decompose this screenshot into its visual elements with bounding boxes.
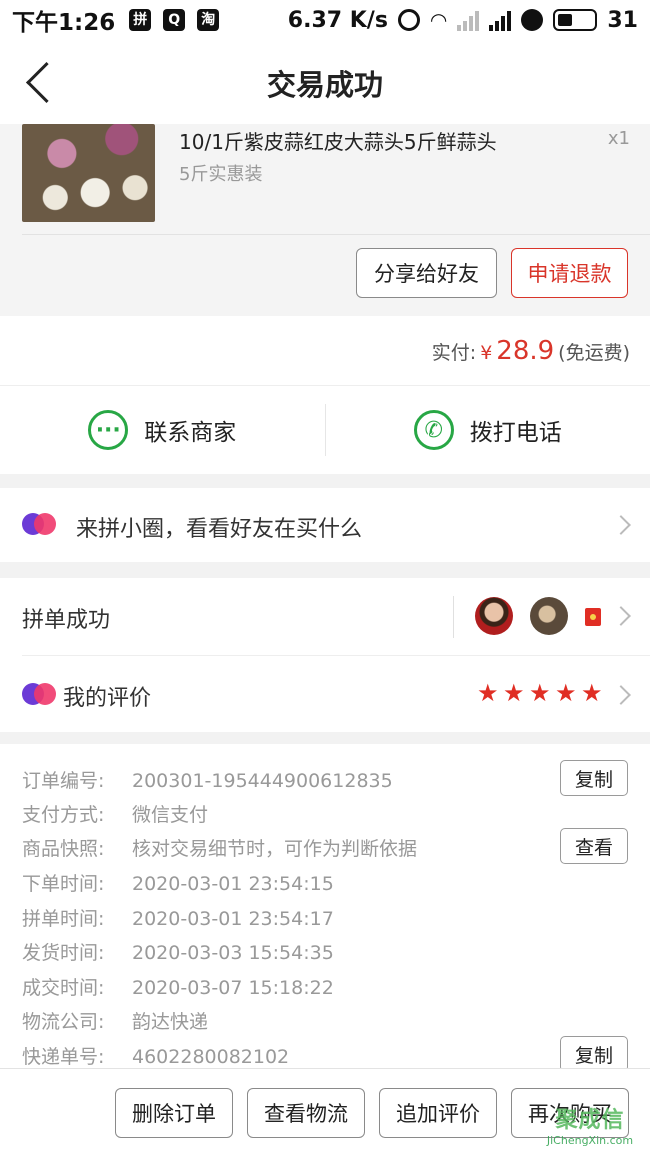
shipping-note: (免运费): [558, 342, 630, 364]
chat-bubble-icon: ···: [88, 410, 129, 450]
battery-level: 31: [607, 7, 638, 33]
watermark-brand: 聚成信: [555, 1108, 625, 1133]
info-row: 拼单时间: 2020-03-01 23:54:17: [22, 908, 334, 930]
star-icon: ★: [581, 679, 603, 707]
friend-circle-text: 来拼小圈，看看好友在买什么: [76, 517, 363, 542]
avatar[interactable]: [475, 597, 513, 635]
view-logistics-button[interactable]: 查看物流: [247, 1088, 365, 1138]
order-number: 200301-195444900612835: [132, 770, 393, 792]
payment-summary: 实付: ¥ 28.9 (免运费): [432, 336, 630, 366]
hd-icon: [521, 9, 544, 31]
currency-symbol: ¥: [480, 342, 493, 364]
product-quantity: x1: [607, 128, 630, 149]
group-success-label: 拼单成功: [22, 608, 111, 633]
network-speed: 6.37 K/s: [287, 7, 388, 33]
product-spec: 5斤实惠装: [179, 164, 263, 185]
status-time: 下午1:26: [12, 10, 116, 36]
wifi-icon: ◠: [429, 8, 448, 32]
tracking-number: 4602280082102: [132, 1046, 290, 1068]
refund-button[interactable]: 申请退款: [511, 248, 628, 298]
product-thumbnail[interactable]: [22, 124, 155, 222]
chevron-right-icon[interactable]: [611, 685, 631, 705]
contact-row: ··· 联系商家 ✆ 拨打电话: [0, 386, 650, 474]
divider: [453, 596, 454, 638]
contact-merchant-button[interactable]: ··· 联系商家: [0, 386, 325, 474]
pin-circle-icon: [22, 513, 56, 535]
info-row: 成交时间: 2020-03-07 15:18:22: [22, 977, 334, 999]
group-section: 拼单成功 我的评价 ★ ★ ★ ★ ★: [0, 578, 650, 732]
call-phone-label: 拨打电话: [469, 420, 562, 446]
signal-sim1-icon: [457, 9, 480, 31]
copy-tracking-button[interactable]: 复制: [560, 1036, 628, 1072]
friend-circle-row[interactable]: 来拼小圈，看看好友在买什么: [0, 488, 650, 562]
battery-icon: [553, 9, 598, 31]
star-icon: ★: [555, 679, 577, 707]
star-icon: ★: [503, 679, 525, 707]
view-snapshot-button[interactable]: 查看: [560, 828, 628, 864]
product-card[interactable]: 10/1斤紫皮蒜红皮大蒜头5斤鲜蒜头 5斤实惠装 x1 分享给好友 申请退款: [0, 124, 650, 316]
star-icon: ★: [477, 679, 499, 707]
status-bar: 下午1:26 拼 Q 淘 6.37 K/s ◠ 31: [0, 0, 650, 40]
divider: [22, 655, 650, 656]
signal-4g-icon: [489, 9, 512, 31]
chevron-right-icon: [611, 515, 631, 535]
info-row: 支付方式: 微信支付: [22, 804, 209, 826]
product-name: 10/1斤紫皮蒜红皮大蒜头5斤鲜蒜头: [179, 130, 497, 154]
share-button[interactable]: 分享给好友: [356, 248, 497, 298]
red-packet-icon: [585, 608, 601, 626]
my-review-label: 我的评价: [63, 686, 152, 711]
payment-label: 实付:: [431, 342, 477, 364]
pin-circle-icon: [22, 683, 56, 705]
info-row: 发货时间: 2020-03-03 15:54:35: [22, 942, 334, 964]
delete-order-button[interactable]: 删除订单: [115, 1088, 233, 1138]
alarm-icon: [397, 9, 420, 31]
payment-row: 实付: ¥ 28.9 (免运费): [0, 316, 650, 386]
payment-amount: 28.9: [496, 336, 555, 366]
info-row: 订单编号: 200301-195444900612835: [22, 770, 393, 792]
pinduoduo-app-icon: 拼: [129, 9, 152, 31]
info-row: 物流公司: 韵达快递: [22, 1011, 209, 1033]
copy-order-number-button[interactable]: 复制: [560, 760, 628, 796]
watermark-logo: 聚成信 JiChengXin.com: [534, 1102, 646, 1152]
order-info: 订单编号: 200301-195444900612835 复制 支付方式: 微信支付…: [0, 744, 650, 1072]
contact-merchant-label: 联系商家: [144, 420, 237, 446]
info-row: 下单时间: 2020-03-01 23:54:15: [22, 873, 334, 895]
taobao-app-icon: 淘: [197, 9, 220, 31]
phone-icon: ✆: [413, 410, 454, 450]
add-review-button[interactable]: 追加评价: [379, 1088, 497, 1138]
info-row: 快递单号: 4602280082102: [22, 1046, 290, 1068]
avatar[interactable]: [530, 597, 568, 635]
call-phone-button[interactable]: ✆ 拨打电话: [326, 386, 650, 474]
nav-bar: 交易成功: [0, 40, 650, 124]
chevron-right-icon[interactable]: [611, 606, 631, 626]
info-row: 商品快照: 核对交易细节时，可作为判断依据: [22, 838, 418, 860]
divider: [22, 234, 650, 235]
qq-app-icon: Q: [163, 9, 186, 31]
star-icon: ★: [529, 679, 551, 707]
watermark-url: JiChengXin.com: [546, 1134, 634, 1147]
page-title: 交易成功: [266, 68, 383, 102]
